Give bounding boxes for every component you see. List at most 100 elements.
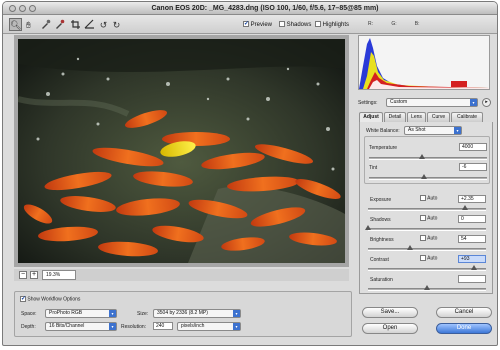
close-window-button[interactable] [9, 5, 16, 12]
chevron-down-icon: ▾ [470, 99, 477, 106]
exposure-slider[interactable] [368, 205, 486, 211]
settings-menu-icon[interactable]: ▸ [482, 98, 491, 107]
cancel-button[interactable]: Cancel [436, 307, 492, 318]
space-select[interactable]: ProPhoto RGB ▾ [45, 309, 117, 318]
tab-calibrate[interactable]: Calibrate [451, 112, 483, 122]
zoom-level-select[interactable]: 19.3% [42, 270, 76, 280]
exposure-field[interactable]: +2.35 [458, 195, 486, 203]
white-balance-label: White Balance: [366, 128, 400, 134]
zoom-bar: − + 19.3% [14, 269, 349, 281]
settings-row: Settings: Custom ▾ ▸ [358, 98, 493, 108]
rgb-r-label: R: [368, 21, 373, 27]
brightness-slider-knob[interactable] [407, 245, 414, 250]
contrast-auto-check-box [420, 255, 426, 261]
minimize-window-button[interactable] [19, 5, 26, 12]
straighten-icon[interactable] [83, 18, 96, 31]
depth-select[interactable]: 16 Bits/Channel ▾ [45, 322, 117, 331]
exposure-slider-knob[interactable] [461, 205, 468, 210]
brightness-auto-label: Auto [427, 235, 438, 242]
settings-select[interactable]: Custom ▾ [386, 98, 478, 107]
done-button[interactable]: Done [436, 323, 492, 334]
zoom-out-button[interactable]: − [19, 271, 27, 279]
shadows-checkbox[interactable]: Shadows [279, 21, 311, 29]
saturation-slider[interactable] [368, 285, 486, 291]
resolution-unit-select[interactable]: pixels/inch ▾ [177, 322, 241, 331]
shadows-auto-checkbox[interactable]: Auto [420, 215, 437, 221]
tab-detail[interactable]: Detail [384, 112, 406, 122]
zoom-window-button[interactable] [29, 5, 36, 12]
shadows-auto-label: Auto [427, 215, 438, 222]
brightness-label: Brightness [370, 237, 394, 243]
rgb-g-label: G: [391, 21, 397, 27]
temperature-field[interactable]: 4000 [459, 143, 487, 151]
space-select-value: ProPhoto RGB [49, 310, 83, 316]
size-select[interactable]: 3504 by 2336 (8.2 MP) ▾ [153, 309, 241, 318]
rotate-right-icon[interactable]: ↻ [110, 18, 123, 31]
open-button[interactable]: Open [362, 323, 418, 334]
adjustment-tabs: Adjust Detail Lens Curve Calibrate [359, 112, 494, 122]
depth-select-value: 16 Bits/Channel [49, 323, 85, 329]
tint-slider[interactable] [369, 174, 487, 180]
tab-adjust[interactable]: Adjust [359, 112, 383, 122]
depth-label: Depth: [21, 324, 36, 330]
space-label: Space: [21, 311, 37, 317]
resolution-input[interactable]: 240 [153, 322, 173, 330]
tab-curve[interactable]: Curve [427, 112, 450, 122]
brightness-slider[interactable] [368, 245, 486, 251]
white-balance-select[interactable]: As Shot ▾ [404, 126, 462, 135]
settings-label: Settings: [358, 100, 378, 106]
tint-slider-knob[interactable] [421, 174, 428, 179]
tab-lens[interactable]: Lens [407, 112, 426, 122]
adjust-panel: White Balance: As Shot ▾ Temperature 4000… [359, 122, 493, 294]
exposure-auto-check-box [420, 195, 426, 201]
camera-raw-window: Canon EOS 20D: _MG_4283.dng (ISO 100, 1/… [2, 1, 498, 346]
rgb-readout: R: G: B: [368, 21, 437, 27]
contrast-auto-label: Auto [427, 255, 438, 262]
chevron-down-icon: ▾ [233, 310, 240, 317]
exposure-auto-checkbox[interactable]: Auto [420, 195, 437, 201]
shadows-field[interactable]: 0 [458, 215, 486, 223]
size-select-value: 3504 by 2336 (8.2 MP) [157, 310, 208, 316]
show-workflow-checkbox[interactable]: ✓ Show Workflow Options [20, 296, 80, 302]
highlights-checkbox[interactable]: Highlights [315, 21, 349, 29]
white-balance-icon[interactable] [39, 18, 52, 31]
title-bar: Canon EOS 20D: _MG_4283.dng (ISO 100, 1/… [3, 2, 497, 15]
exposure-label: Exposure [370, 197, 392, 203]
shadows-check-box [279, 21, 285, 28]
temperature-slider[interactable] [369, 154, 487, 160]
save-button[interactable]: Save... [362, 307, 418, 318]
zoom-in-button[interactable]: + [30, 271, 38, 279]
size-label: Size: [137, 311, 149, 317]
resolution-unit-value: pixels/inch [181, 323, 205, 329]
show-workflow-label: Show Workflow Options [27, 296, 81, 303]
resolution-label: Resolution: [121, 324, 147, 330]
crop-icon[interactable] [69, 18, 82, 31]
saturation-field[interactable] [458, 275, 486, 283]
window-title: Canon EOS 20D: _MG_4283.dng (ISO 100, 1/… [151, 5, 379, 12]
contrast-slider-knob[interactable] [471, 265, 478, 270]
temperature-slider-knob[interactable] [419, 154, 426, 159]
shadows-label: Shadows [286, 22, 312, 28]
shadows-slider[interactable] [365, 225, 486, 231]
brightness-auto-check-box [420, 235, 426, 241]
tint-field[interactable]: -6 [459, 163, 487, 171]
brightness-field[interactable]: 54 [458, 235, 486, 243]
shadows-slider-knob[interactable] [365, 225, 371, 230]
contrast-auto-checkbox[interactable]: Auto [420, 255, 437, 261]
koi-pond-preview-image[interactable] [18, 39, 345, 263]
color-sampler-icon[interactable] [53, 18, 66, 31]
preview-checkbox[interactable]: ✓ Preview [243, 21, 272, 29]
shadows-auto-check-box [420, 215, 426, 221]
highlights-check-box [315, 21, 321, 28]
brightness-auto-checkbox[interactable]: Auto [420, 235, 437, 241]
hand-icon[interactable]: ✋︎ [22, 18, 35, 31]
rotate-left-icon[interactable]: ↺ [97, 18, 110, 31]
exposure-auto-label: Auto [427, 195, 438, 202]
saturation-slider-knob[interactable] [424, 285, 430, 290]
contrast-slider[interactable] [368, 265, 486, 271]
zoom-icon[interactable]: 🔍︎ [9, 18, 22, 31]
contrast-field[interactable]: +93 [458, 255, 486, 263]
show-workflow-check-icon: ✓ [20, 296, 27, 302]
settings-select-value: Custom [390, 99, 408, 105]
workflow-options-panel: ✓ Show Workflow Options Space: ProPhoto … [14, 291, 352, 337]
